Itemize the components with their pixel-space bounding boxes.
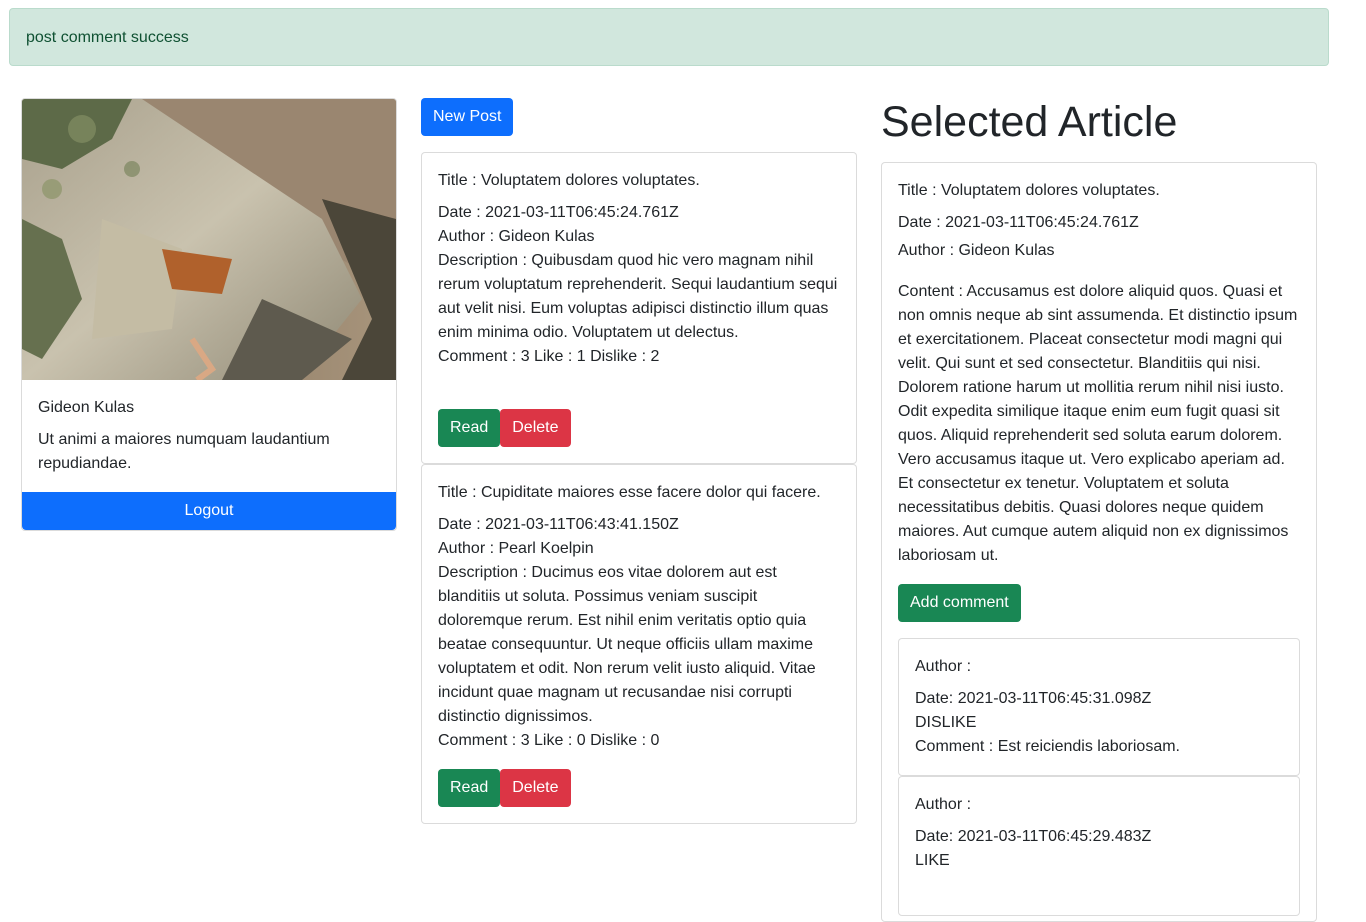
post-stats: Comment : 3 Like : 0 Dislike : 0 <box>438 732 660 749</box>
post-author: Author : Gideon Kulas <box>438 228 595 245</box>
comment-author: Author : <box>915 796 972 813</box>
selected-article-heading: Selected Article <box>881 98 1178 146</box>
article-author: Author : Gideon Kulas <box>898 242 1055 259</box>
post-title: Title : Voluptatem dolores voluptates. <box>438 172 700 189</box>
success-alert: post comment success <box>9 8 1329 66</box>
profile-card: Gideon Kulas Ut animi a maiores numquam … <box>21 98 397 531</box>
new-post-button[interactable]: New Post <box>421 98 514 136</box>
comment-date: Date: 2021-03-11T06:45:29.483Z <box>915 828 1152 845</box>
read-button[interactable]: Read <box>438 769 501 807</box>
logout-button[interactable]: Logout <box>22 492 396 530</box>
comment-card: Author : Date: 2021-03-11T06:45:29.483Z … <box>898 776 1300 916</box>
article-title: Title : Voluptatem dolores voluptates. <box>898 182 1160 199</box>
delete-button[interactable]: Delete <box>500 769 571 807</box>
read-button[interactable]: Read <box>438 409 501 447</box>
post-actions: Read Delete <box>438 769 571 807</box>
post-author: Author : Pearl Koelpin <box>438 540 594 557</box>
add-comment-button[interactable]: Add comment <box>898 584 1021 622</box>
post-actions: Read Delete <box>438 409 571 447</box>
post-card: Title : Cupiditate maiores esse facere d… <box>421 464 857 824</box>
article-date: Date : 2021-03-11T06:45:24.761Z <box>898 214 1139 231</box>
profile-bio: Ut animi a maiores numquam laudantium re… <box>38 431 330 472</box>
article-content: Content : Accusamus est dolore aliquid q… <box>898 283 1298 564</box>
post-stats: Comment : 3 Like : 1 Dislike : 2 <box>438 348 660 365</box>
comment-date: Date: 2021-03-11T06:45:31.098Z <box>915 690 1152 707</box>
comment-reaction: LIKE <box>915 852 950 869</box>
post-title: Title : Cupiditate maiores esse facere d… <box>438 484 821 501</box>
delete-button[interactable]: Delete <box>500 409 571 447</box>
post-description: Description : Ducimus eos vitae dolorem … <box>438 564 816 725</box>
alert-message: post comment success <box>26 29 189 46</box>
selected-article-card: Title : Voluptatem dolores voluptates. D… <box>881 162 1317 922</box>
post-date: Date : 2021-03-11T06:43:41.150Z <box>438 516 679 533</box>
comment-reaction: DISLIKE <box>915 714 977 731</box>
comment-text: Comment : Est reiciendis laboriosam. <box>915 738 1180 755</box>
post-card: Title : Voluptatem dolores voluptates. D… <box>421 152 857 464</box>
post-description: Description : Quibusdam quod hic vero ma… <box>438 252 838 341</box>
comment-card: Author : Date: 2021-03-11T06:45:31.098Z … <box>898 638 1300 776</box>
profile-photo <box>22 99 396 380</box>
comment-author: Author : <box>915 658 972 675</box>
post-date: Date : 2021-03-11T06:45:24.761Z <box>438 204 679 221</box>
profile-name: Gideon Kulas <box>38 399 135 416</box>
